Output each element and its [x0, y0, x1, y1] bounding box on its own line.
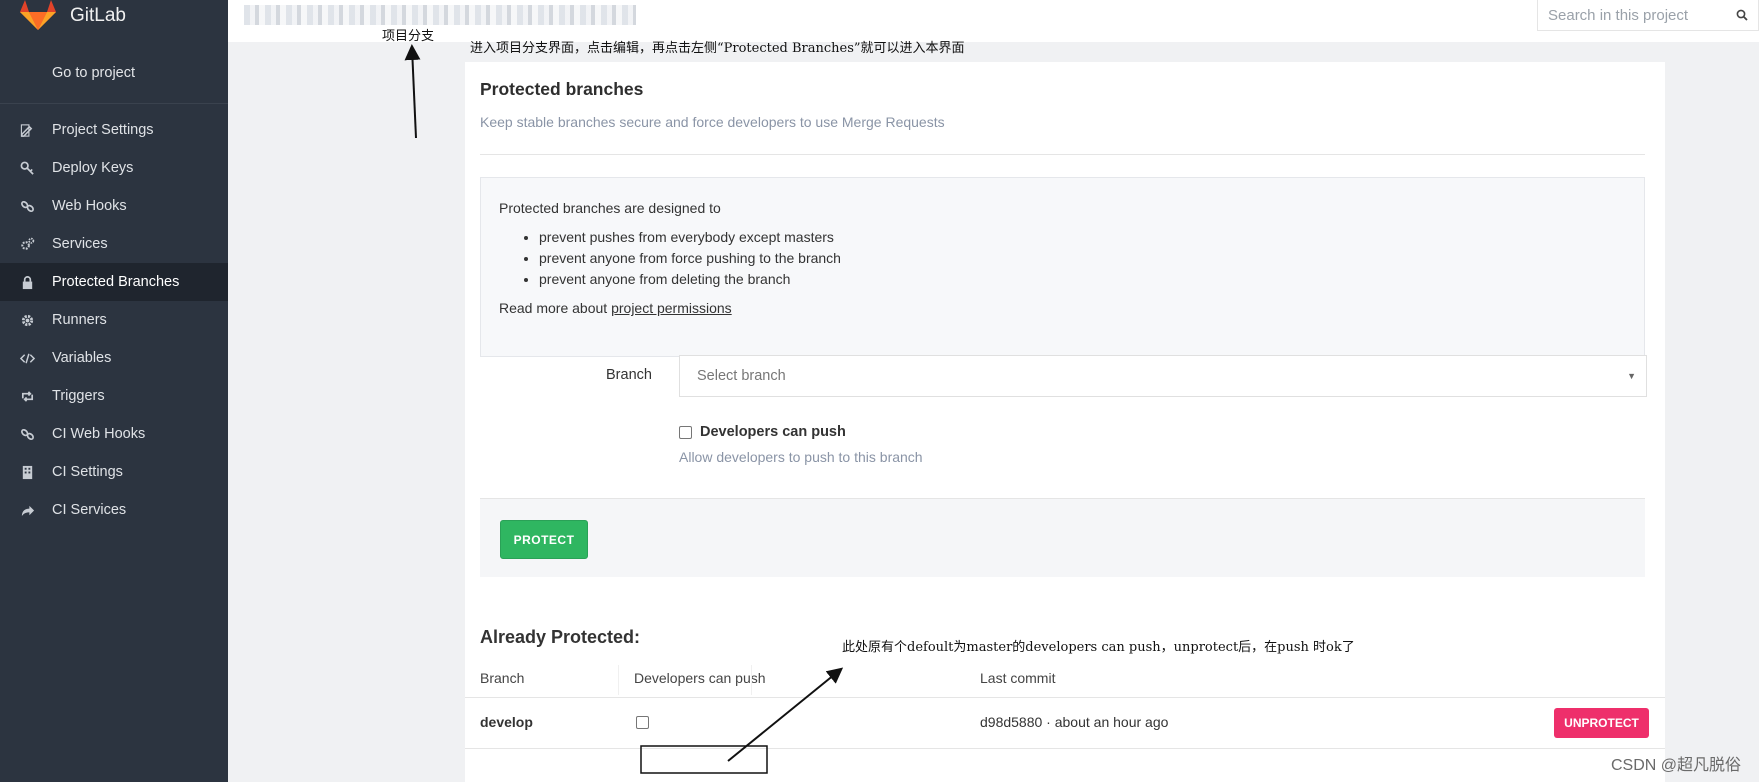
already-protected-heading: Already Protected: — [480, 627, 641, 647]
code-icon — [20, 351, 52, 366]
info-bullet: prevent anyone from deleting the branch — [539, 269, 1626, 290]
developers-can-push-row: Developers can push — [679, 424, 846, 440]
sidebar-item-project-settings[interactable]: Project Settings — [0, 111, 228, 149]
watermark: CSDN @超凡脱俗 — [1610, 757, 1741, 774]
key-icon — [20, 161, 52, 176]
table-row-divider — [465, 697, 1665, 698]
link-icon — [20, 199, 52, 214]
sidebar-nav: Project Settings Deploy Keys Web Hooks S… — [0, 111, 228, 529]
table-row-divider — [465, 748, 1665, 749]
developers-can-push-label: Developers can push — [700, 424, 846, 440]
protect-button[interactable]: PROTECT — [500, 520, 588, 559]
sidebar-item-label: Protected Branches — [52, 274, 180, 290]
lock-icon — [20, 275, 52, 290]
info-bullets: prevent pushes from everybody except mas… — [521, 227, 1626, 290]
page-title: Protected branches — [480, 79, 644, 99]
cogs-icon — [20, 237, 52, 252]
form-actions: PROTECT — [480, 498, 1645, 577]
sidebar-item-runners[interactable]: Runners — [0, 301, 228, 339]
app-title: GitLab — [70, 5, 126, 26]
sidebar-item-ci-settings[interactable]: CI Settings — [0, 453, 228, 491]
read-more-prefix: Read more about — [499, 300, 612, 316]
search-input[interactable]: Search in this project — [1537, 0, 1759, 31]
info-intro: Protected branches are designed to — [499, 200, 721, 216]
sidebar-item-label: Runners — [52, 312, 107, 328]
sidebar-item-label: Web Hooks — [52, 198, 127, 214]
annotation-instructions: 进入项目分支界面，点击编辑，再点击左侧“Protected Branches”就… — [470, 41, 965, 56]
column-header-branch: Branch — [480, 670, 525, 686]
sidebar-item-label: Triggers — [52, 388, 105, 404]
sidebar-item-label: CI Services — [52, 502, 127, 518]
branch-label: Branch — [606, 367, 652, 383]
row-developers-can-push-checkbox[interactable] — [636, 716, 649, 729]
gear-icon — [20, 313, 52, 328]
sidebar-item-deploy-keys[interactable]: Deploy Keys — [0, 149, 228, 187]
project-permissions-link[interactable]: project permissions — [611, 300, 732, 316]
column-separator — [618, 665, 619, 695]
sidebar-item-triggers[interactable]: Triggers — [0, 377, 228, 415]
developers-can-push-checkbox[interactable] — [679, 425, 692, 439]
read-more: Read more about project permissions — [499, 300, 1626, 316]
unprotect-button[interactable]: UNPROTECT — [1554, 708, 1649, 738]
search-icon[interactable] — [1736, 9, 1748, 21]
sidebar-item-protected-branches[interactable]: Protected Branches — [0, 263, 228, 301]
sidebar: GitLab Go to project Project Settings De… — [0, 0, 228, 782]
gitlab-logo-icon — [20, 0, 56, 30]
sidebar-item-label: Deploy Keys — [52, 160, 134, 176]
column-header-developers-can-push: Developers can push — [634, 670, 766, 686]
sidebar-item-label: CI Web Hooks — [52, 426, 146, 442]
page-subtitle: Keep stable branches secure and force de… — [480, 114, 945, 130]
sidebar-item-variables[interactable]: Variables — [0, 339, 228, 377]
brand[interactable]: GitLab — [0, 0, 228, 42]
top-bar: Search in this project — [228, 0, 1759, 42]
edit-icon — [20, 123, 52, 138]
column-header-last-commit: Last commit — [980, 670, 1056, 686]
link-icon — [20, 427, 52, 442]
branch-select[interactable]: Select branch ▼ — [679, 355, 1647, 397]
building-icon — [20, 465, 52, 480]
share-icon — [20, 503, 52, 518]
protected-branches-panel: Protected branches Keep stable branches … — [465, 62, 1665, 782]
sidebar-item-services[interactable]: Services — [0, 225, 228, 263]
sidebar-item-ci-web-hooks[interactable]: CI Web Hooks — [0, 415, 228, 453]
sidebar-item-label: Variables — [52, 350, 112, 366]
info-bullet: prevent anyone from force pushing to the… — [539, 248, 1626, 269]
retweet-icon — [20, 389, 52, 404]
divider — [480, 154, 1645, 155]
sidebar-item-label: Project Settings — [52, 122, 154, 138]
breadcrumb-redacted — [244, 5, 636, 25]
annotation-push-note: 此处原有个defoult为master的developers can push，… — [842, 640, 1355, 655]
sidebar-item-label: CI Settings — [52, 464, 123, 480]
caret-down-icon: ▼ — [1627, 371, 1636, 381]
column-separator — [751, 665, 752, 695]
protected-branch-name[interactable]: develop — [480, 714, 533, 730]
last-commit[interactable]: d98d5880 · about an hour ago — [980, 714, 1168, 730]
go-to-project-link[interactable]: Go to project — [0, 42, 228, 104]
sidebar-item-ci-services[interactable]: CI Services — [0, 491, 228, 529]
annotation-branch-note: 项目分支 — [382, 29, 435, 44]
search-placeholder: Search in this project — [1548, 6, 1689, 24]
sidebar-item-web-hooks[interactable]: Web Hooks — [0, 187, 228, 225]
sidebar-item-label: Services — [52, 236, 108, 252]
info-box: Protected branches are designed to preve… — [480, 177, 1645, 357]
branch-select-placeholder: Select branch — [697, 368, 786, 384]
info-bullet: prevent pushes from everybody except mas… — [539, 227, 1626, 248]
developers-can-push-hint: Allow developers to push to this branch — [679, 449, 923, 465]
